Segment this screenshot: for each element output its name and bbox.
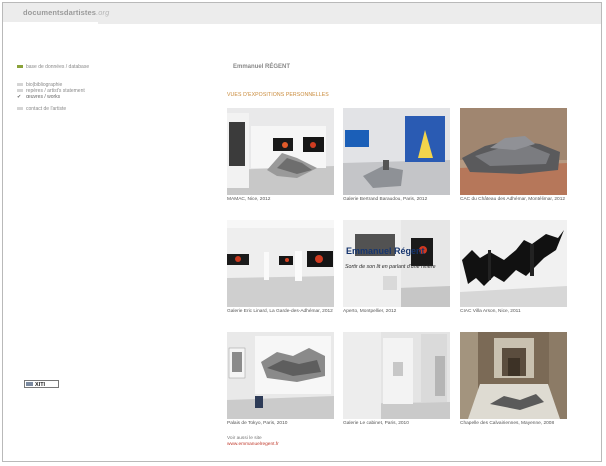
- gallery-photo: [343, 108, 450, 195]
- exhibition-caption: CIAC Villa Arson, Nice, 2011: [460, 309, 521, 314]
- exhibition-thumb-calvairiennes[interactable]: [460, 332, 567, 419]
- nav-item-contact[interactable]: contact de l'artiste: [17, 106, 66, 112]
- site-ext: .org: [96, 8, 110, 17]
- site-name: documentsdartistes: [23, 8, 97, 17]
- exhibition-thumb-linard[interactable]: [227, 220, 334, 307]
- exhibition-thumb-le-cabinet[interactable]: [343, 332, 450, 419]
- gallery-photo: [460, 332, 567, 419]
- exhibition-thumb-adhemar[interactable]: [460, 108, 567, 195]
- exhibition-thumb-baraudou[interactable]: [343, 108, 450, 195]
- logo-tab: [3, 22, 98, 28]
- gallery-photo: [460, 108, 567, 195]
- gallery-photo: [227, 108, 334, 195]
- overlay-title: Emmanuel Régent: [346, 246, 425, 256]
- exhibition-thumb-palais-de-tokyo[interactable]: [227, 332, 334, 419]
- gray-bullet-icon: [17, 83, 23, 87]
- exhibition-caption: Palais de Tokyo, Paris, 2010: [227, 421, 288, 426]
- exhibition-caption: Galerie Eric Linard, La Garde-des-Adhéma…: [227, 309, 333, 314]
- exhibition-caption: MAMAC, Nice, 2012: [227, 197, 271, 202]
- gray-bullet-icon: [17, 89, 23, 93]
- artist-website-link[interactable]: www.emmanuelregent.fr: [227, 442, 279, 447]
- exhibition-thumb-villa-arson[interactable]: [460, 220, 567, 307]
- exhibition-caption: Chapelle des Calvairiennes, Mayenne, 200…: [460, 421, 555, 426]
- site-logo[interactable]: documentsdartistes.org: [23, 8, 109, 17]
- gallery-photo: [227, 332, 334, 419]
- overlay-subtitle: Sortir de son lit en parlant d'une riviè…: [345, 264, 436, 270]
- gallery-photo: [343, 332, 450, 419]
- nav-item-works[interactable]: ✔ œuvres / works: [17, 94, 60, 100]
- green-bullet-icon: [17, 65, 23, 69]
- exhibition-caption: Aperto, Montpellier, 2012: [343, 309, 397, 314]
- section-title: VUES D'EXPOSITIONS PERSONNELLES: [227, 92, 329, 98]
- xiti-badge[interactable]: XITI: [24, 380, 59, 388]
- exhibition-thumb-mamac[interactable]: [227, 108, 334, 195]
- exhibition-caption: Galerie Le cabinet, Paris, 2010: [343, 421, 409, 426]
- gallery-photo: [227, 220, 334, 307]
- artist-name: Emmanuel RÉGENT: [233, 64, 291, 70]
- gray-bullet-icon: [17, 107, 23, 111]
- exhibition-caption: CAC du Château des Adhémar, Montélimar, …: [460, 197, 566, 202]
- exhibition-caption: Galerie Bertrand Baraudou, Paris, 2012: [343, 197, 428, 202]
- see-also-text: Voir aussi le site: [227, 436, 262, 441]
- xiti-logo-icon: [26, 382, 33, 386]
- exhibition-thumb-aperto[interactable]: Emmanuel Régent Sortir de son lit en par…: [343, 220, 450, 307]
- check-icon: ✔: [17, 94, 22, 100]
- gallery-photo: [460, 220, 567, 307]
- nav-item-database[interactable]: base de données / database: [17, 64, 89, 70]
